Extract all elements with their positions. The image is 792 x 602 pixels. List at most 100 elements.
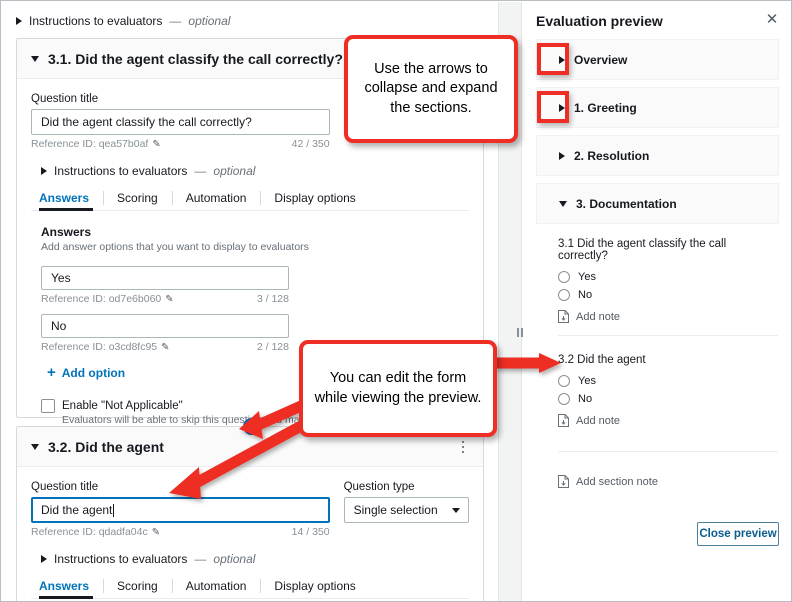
preview-divider-2 (558, 451, 778, 452)
question-title-label-3-1: Question title (31, 93, 330, 105)
close-icon[interactable]: ✕ (764, 12, 780, 28)
chevron-down-icon (31, 444, 39, 450)
instructions-to-evaluators-toggle-3-1[interactable]: Instructions to evaluators — optional (41, 164, 479, 178)
tab-automation-3-2[interactable]: Automation (172, 579, 261, 598)
answer-option-row-2: No Reference ID: o3cd8fc95✎ 2 / 128 (41, 314, 289, 353)
highlight-box-greeting-arrow (537, 91, 569, 123)
close-preview-button[interactable]: Close preview (697, 522, 779, 546)
chevron-down-icon (31, 56, 39, 62)
preview-q1-option-no[interactable]: No (558, 289, 778, 301)
not-applicable-checkbox[interactable] (41, 399, 55, 413)
preview-section-overview[interactable]: Overview (536, 39, 779, 80)
preview-section-documentation-label: 3. Documentation (576, 197, 677, 211)
question-type-value-3-2: Single selection (354, 503, 438, 517)
edit-pencil-icon[interactable]: ✎ (152, 139, 160, 150)
instructions-dash-3-2: — (194, 552, 206, 566)
tab-automation-3-1[interactable]: Automation (172, 191, 261, 210)
answer-option-char-count-1: 3 / 128 (257, 293, 289, 305)
add-question-button[interactable]: + (243, 418, 260, 435)
chevron-right-icon (41, 555, 47, 563)
radio-icon[interactable] (558, 375, 570, 387)
question-title-input-3-1[interactable]: Did the agent classify the call correctl… (31, 109, 330, 135)
preview-question-3-1: 3.1 Did the agent classify the call corr… (558, 238, 778, 323)
preview-q1-add-note[interactable]: Add note (558, 310, 778, 323)
question-title-value-3-2: Did the agent (41, 503, 112, 517)
chevron-down-icon (452, 508, 460, 513)
add-section-note-label: Add section note (576, 476, 658, 488)
question-type-label-3-2: Question type (344, 481, 469, 493)
preview-q2-add-note[interactable]: Add note (558, 414, 778, 427)
preview-section-documentation[interactable]: 3. Documentation (536, 183, 779, 224)
preview-section-overview-label: Overview (574, 53, 627, 67)
question-title-value-3-1: Did the agent classify the call correctl… (41, 115, 252, 129)
tab-scoring-3-2[interactable]: Scoring (103, 579, 172, 598)
callout-edit-form: You can edit the form while viewing the … (299, 340, 497, 437)
not-applicable-label: Enable "Not Applicable" (62, 400, 183, 412)
question-3-2-options-menu[interactable] (455, 438, 471, 456)
answer-option-input-1[interactable]: Yes (41, 266, 289, 290)
instructions-label-3-1: Instructions to evaluators (54, 164, 187, 178)
question-3-2-header-title: 3.2. Did the agent (48, 439, 164, 455)
edit-pencil-icon[interactable]: ✎ (165, 294, 173, 305)
chevron-right-icon (16, 17, 22, 25)
answer-option-meta-2: Reference ID: o3cd8fc95✎ 2 / 128 (41, 341, 289, 353)
edit-pencil-icon[interactable]: ✎ (161, 342, 169, 353)
pane-splitter-handle[interactable] (517, 328, 523, 337)
edit-pencil-icon[interactable]: ✎ (152, 527, 160, 538)
char-count-3-1: 42 / 350 (292, 138, 330, 150)
instructions-dash: — (169, 14, 181, 28)
note-icon (558, 310, 569, 323)
preview-question-3-2-title: 3.2 Did the agent (558, 354, 778, 366)
text-caret (113, 504, 114, 517)
instructions-to-evaluators-toggle-3-2[interactable]: Instructions to evaluators — optional (41, 552, 479, 566)
preview-section-resolution[interactable]: 2. Resolution (536, 135, 779, 176)
preview-q1-option-yes[interactable]: Yes (558, 271, 778, 283)
radio-icon[interactable] (558, 289, 570, 301)
preview-section-greeting[interactable]: 1. Greeting (536, 87, 779, 128)
chevron-right-icon (41, 167, 47, 175)
question-card-3-2: 3.2. Did the agent Question title Did th… (16, 426, 484, 602)
answer-option-meta-1: Reference ID: od7e6b060✎ 3 / 128 (41, 293, 289, 305)
preview-section-greeting-label: 1. Greeting (574, 101, 637, 115)
answers-section-subtitle: Add answer options that you want to disp… (41, 241, 469, 253)
chevron-down-icon (559, 201, 567, 207)
chevron-right-icon (559, 152, 565, 160)
instructions-label-3-2: Instructions to evaluators (54, 552, 187, 566)
question-3-2-body: Question title Did the agent Reference I… (17, 467, 483, 599)
instructions-optional-3-2: optional (213, 552, 255, 566)
radio-icon[interactable] (558, 271, 570, 283)
note-icon (558, 475, 569, 488)
answer-option-input-2[interactable]: No (41, 314, 289, 338)
preview-q2-option-yes[interactable]: Yes (558, 375, 778, 387)
preview-q2-option-no[interactable]: No (558, 393, 778, 405)
reference-id-3-2: Reference ID: qdadfa04c✎ (31, 526, 160, 538)
add-section-note-button[interactable]: Add section note (558, 475, 658, 488)
preview-q1-add-note-label: Add note (576, 311, 620, 323)
tab-answers-3-1[interactable]: Answers (31, 191, 103, 210)
answer-option-reference-id-1: Reference ID: od7e6b060✎ (41, 293, 174, 305)
tab-display-options-3-2[interactable]: Display options (260, 579, 369, 598)
instructions-optional-3-1: optional (213, 164, 255, 178)
app-window: Instructions to evaluators — optional 3.… (0, 0, 792, 602)
tab-answers-3-2[interactable]: Answers (31, 579, 103, 598)
note-icon (558, 414, 569, 427)
radio-icon[interactable] (558, 393, 570, 405)
instructions-to-evaluators-toggle-top[interactable]: Instructions to evaluators — optional (16, 14, 230, 28)
question-title-input-3-2[interactable]: Did the agent (31, 497, 330, 523)
answers-section-title: Answers (41, 225, 469, 239)
tab-display-options-3-1[interactable]: Display options (260, 191, 369, 210)
question-3-1-meta: Reference ID: qea57b0af✎ 42 / 350 (31, 138, 330, 150)
preview-question-3-2: 3.2 Did the agent Yes No Add note (558, 354, 778, 427)
preview-panel-title: Evaluation preview (536, 13, 663, 29)
preview-q2-option-no-label: No (578, 393, 592, 405)
preview-question-3-1-title: 3.1 Did the agent classify the call corr… (558, 238, 778, 262)
preview-divider-1 (558, 335, 778, 336)
tab-scoring-3-1[interactable]: Scoring (103, 191, 172, 210)
question-3-2-meta: Reference ID: qdadfa04c✎ 14 / 350 (31, 526, 330, 538)
question-3-2-tabs: Answers Scoring Automation Display optio… (31, 574, 469, 599)
instructions-label: Instructions to evaluators (29, 14, 162, 28)
char-count-3-2: 14 / 350 (292, 526, 330, 538)
preview-q2-add-note-label: Add note (576, 415, 620, 427)
question-type-select-3-2[interactable]: Single selection (344, 497, 469, 523)
highlight-box-overview-arrow (537, 43, 569, 75)
